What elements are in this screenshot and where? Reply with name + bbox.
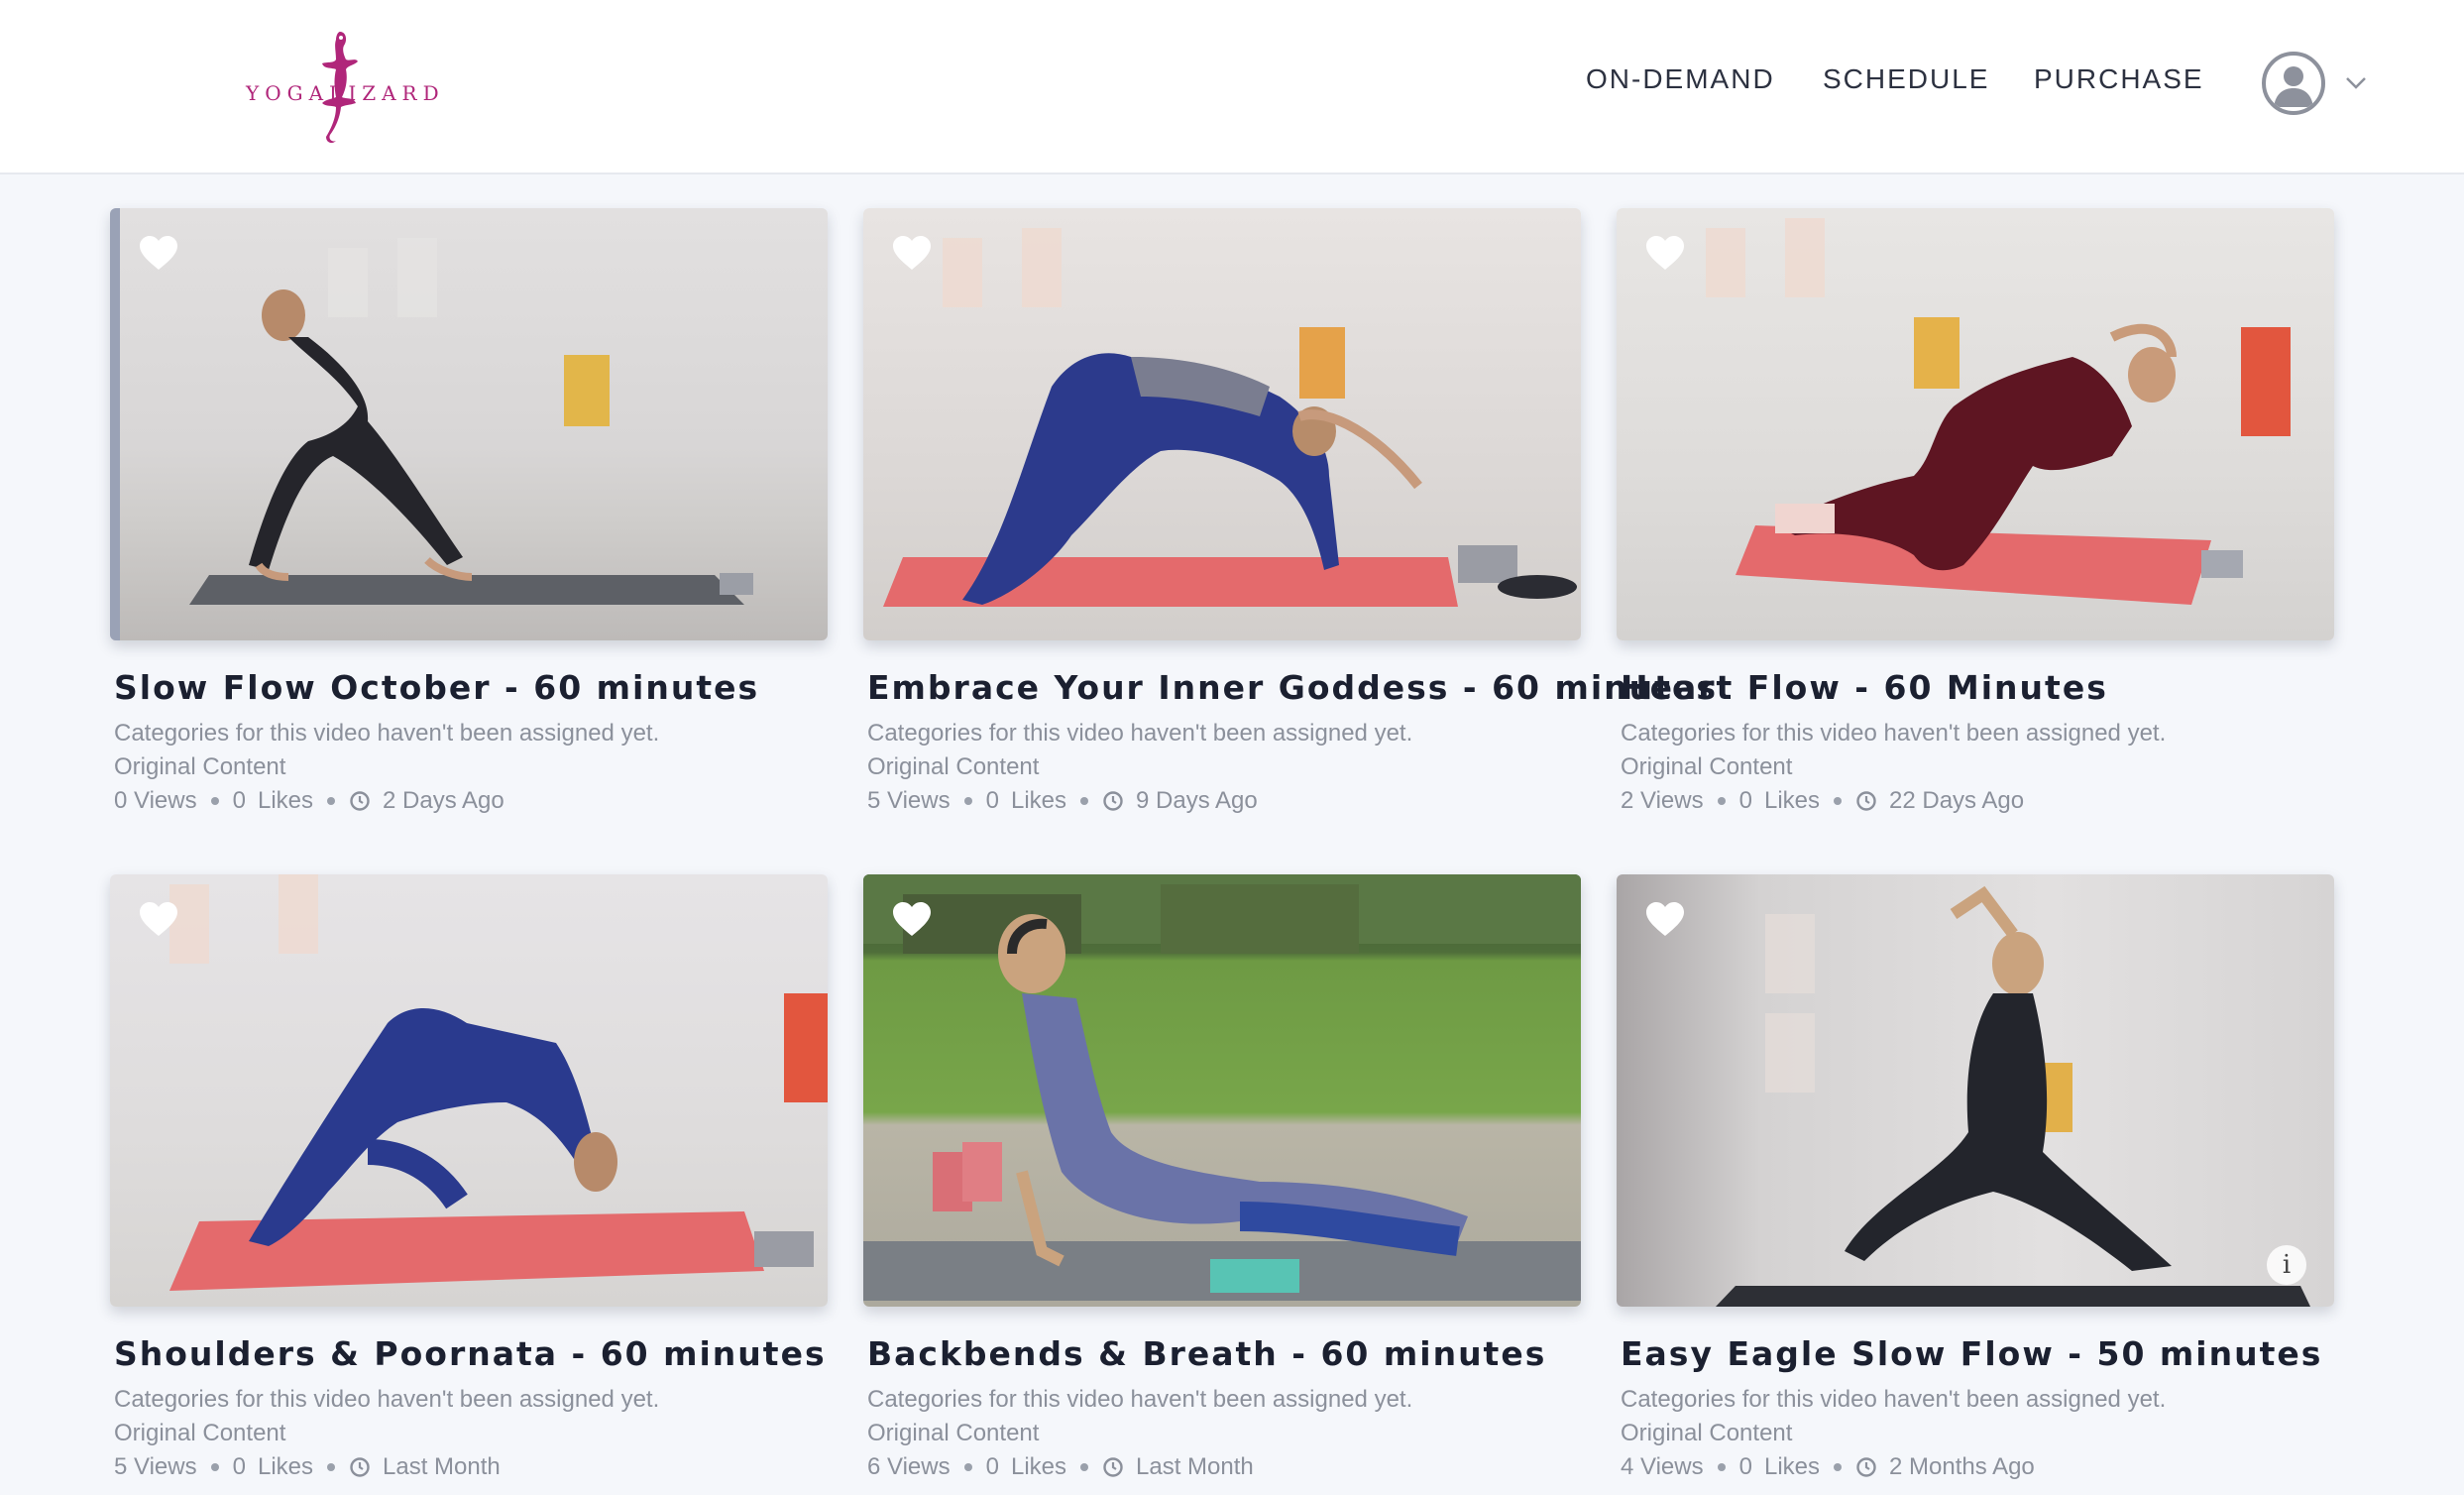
- separator-dot: [210, 797, 219, 805]
- video-source: Original Content: [1621, 753, 1793, 780]
- separator-dot: [1834, 1463, 1842, 1471]
- video-categories: Categories for this video haven't been a…: [1621, 1386, 2167, 1413]
- views-count: 0 Views: [114, 787, 197, 814]
- separator-dot: [1834, 797, 1842, 805]
- heart-icon[interactable]: [138, 234, 179, 272]
- video-title[interactable]: Slow Flow October - 60 minutes: [114, 668, 828, 707]
- video-source: Original Content: [1621, 1420, 1793, 1446]
- video-categories: Categories for this video haven't been a…: [1621, 720, 2167, 747]
- clock-icon: [1856, 1457, 1876, 1477]
- likes-count: 0: [232, 1453, 246, 1480]
- video-thumbnail[interactable]: [863, 208, 1581, 640]
- separator-dot: [963, 797, 972, 805]
- likes-label: Likes: [257, 787, 313, 814]
- likes-count: 0: [1738, 787, 1752, 814]
- likes-label: Likes: [1763, 787, 1820, 814]
- likes-count: 0: [985, 1453, 999, 1480]
- logo-text-left: YOGA: [246, 81, 330, 105]
- separator-dot: [1080, 1463, 1088, 1471]
- video-categories: Categories for this video haven't been a…: [867, 720, 1413, 747]
- clock-icon: [350, 1457, 370, 1477]
- video-title[interactable]: Heart Flow - 60 Minutes: [1621, 668, 2334, 707]
- video-title[interactable]: Embrace Your Inner Goddess - 60 minutes: [867, 668, 1716, 707]
- likes-label: Likes: [1010, 1453, 1066, 1480]
- likes-label: Likes: [257, 1453, 313, 1480]
- video-meta: 4 Views 0 Likes 2 Months Ago: [1621, 1450, 2334, 1484]
- views-count: 2 Views: [1621, 787, 1704, 814]
- video-meta: 2 Views 0 Likes 22 Days Ago: [1621, 784, 2334, 818]
- video-thumbnail[interactable]: [863, 874, 1581, 1307]
- video-card[interactable]: i Easy Eagle Slow Flow - 50 minutes Cate…: [1617, 874, 2334, 1484]
- info-icon[interactable]: i: [2267, 1245, 2306, 1285]
- video-source: Original Content: [114, 1420, 286, 1446]
- upload-age: Last Month: [383, 1453, 501, 1480]
- views-count: 5 Views: [867, 787, 951, 814]
- upload-age: 2 Months Ago: [1889, 1453, 2035, 1480]
- video-card[interactable]: Backbends & Breath - 60 minutes Categori…: [863, 874, 1581, 1484]
- video-title[interactable]: Backbends & Breath - 60 minutes: [867, 1334, 1581, 1373]
- separator-dot: [327, 1463, 335, 1471]
- user-avatar-icon: [2262, 52, 2325, 115]
- yoga-lizard-logo[interactable]: YOGA LIZARD: [246, 28, 439, 145]
- clock-icon: [1856, 791, 1876, 811]
- heart-icon[interactable]: [1644, 900, 1686, 938]
- likes-count: 0: [232, 787, 246, 814]
- top-header: YOGA LIZARD ON-DEMAND SCHEDULE PURCHASE: [0, 0, 2464, 174]
- nav-on-demand[interactable]: ON-DEMAND: [1586, 63, 1775, 103]
- clock-icon: [1103, 1457, 1123, 1477]
- video-thumbnail[interactable]: i: [1617, 874, 2334, 1307]
- video-title[interactable]: Easy Eagle Slow Flow - 50 minutes: [1621, 1334, 2334, 1373]
- video-source: Original Content: [114, 753, 286, 780]
- separator-dot: [1717, 1463, 1726, 1471]
- video-card[interactable]: Slow Flow October - 60 minutes Categorie…: [110, 208, 828, 818]
- separator-dot: [963, 1463, 972, 1471]
- chevron-down-icon: [2346, 77, 2366, 89]
- video-title[interactable]: Shoulders & Poornata - 60 minutes: [114, 1334, 828, 1373]
- video-meta: 0 Views 0 Likes 2 Days Ago: [114, 784, 828, 818]
- views-count: 4 Views: [1621, 1453, 1704, 1480]
- separator-dot: [1080, 797, 1088, 805]
- upload-age: Last Month: [1136, 1453, 1254, 1480]
- video-meta: 6 Views 0 Likes Last Month: [867, 1450, 1581, 1484]
- heart-icon[interactable]: [1644, 234, 1686, 272]
- video-card[interactable]: Heart Flow - 60 Minutes Categories for t…: [1617, 208, 2334, 818]
- video-source: Original Content: [867, 1420, 1040, 1446]
- nav-purchase[interactable]: PURCHASE: [2034, 63, 2204, 103]
- likes-count: 0: [985, 787, 999, 814]
- video-thumbnail[interactable]: [110, 208, 828, 640]
- separator-dot: [210, 1463, 219, 1471]
- clock-icon: [350, 791, 370, 811]
- nav-schedule[interactable]: SCHEDULE: [1823, 63, 1989, 103]
- video-meta: 5 Views 0 Likes Last Month: [114, 1450, 828, 1484]
- upload-age: 2 Days Ago: [383, 787, 504, 814]
- account-menu[interactable]: [2262, 52, 2371, 115]
- heart-icon[interactable]: [138, 900, 179, 938]
- heart-icon[interactable]: [891, 900, 933, 938]
- video-thumbnail[interactable]: [110, 874, 828, 1307]
- separator-dot: [1717, 797, 1726, 805]
- clock-icon: [1103, 791, 1123, 811]
- video-categories: Categories for this video haven't been a…: [114, 1386, 660, 1413]
- video-card[interactable]: Shoulders & Poornata - 60 minutes Catego…: [110, 874, 828, 1484]
- likes-count: 0: [1738, 1453, 1752, 1480]
- likes-label: Likes: [1010, 787, 1066, 814]
- views-count: 6 Views: [867, 1453, 951, 1480]
- video-thumbnail[interactable]: [1617, 208, 2334, 640]
- video-categories: Categories for this video haven't been a…: [114, 720, 660, 747]
- upload-age: 9 Days Ago: [1136, 787, 1258, 814]
- video-source: Original Content: [867, 753, 1040, 780]
- video-card[interactable]: Embrace Your Inner Goddess - 60 minutes …: [863, 208, 1716, 818]
- likes-label: Likes: [1763, 1453, 1820, 1480]
- heart-icon[interactable]: [891, 234, 933, 272]
- upload-age: 22 Days Ago: [1889, 787, 2025, 814]
- separator-dot: [327, 797, 335, 805]
- video-categories: Categories for this video haven't been a…: [867, 1386, 1413, 1413]
- logo-text-right: LIZARD: [329, 81, 445, 105]
- views-count: 5 Views: [114, 1453, 197, 1480]
- video-meta: 5 Views 0 Likes 9 Days Ago: [867, 784, 1581, 818]
